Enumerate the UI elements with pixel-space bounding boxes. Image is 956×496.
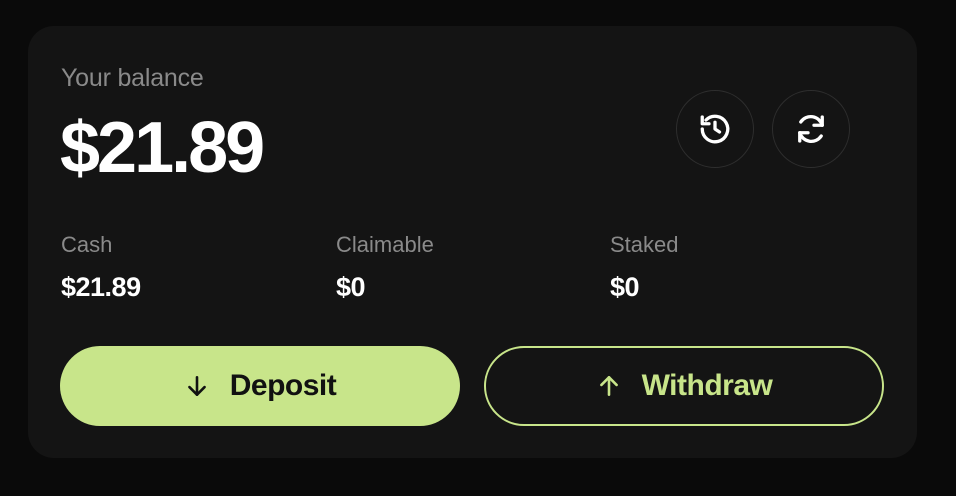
refresh-icon	[798, 115, 824, 143]
balance-card: Your balance $21.89 Cash $21.89 Claimabl…	[28, 26, 917, 458]
balance-title: Your balance	[61, 64, 204, 92]
arrow-down-icon	[187, 376, 206, 396]
deposit-label: Deposit	[229, 369, 337, 402]
stat-value: $21.89	[61, 272, 141, 302]
stat-label: Cash	[61, 232, 113, 257]
stat-label: Claimable	[336, 232, 434, 257]
stat-claimable: Claimable $0	[336, 232, 434, 302]
refresh-button[interactable]	[772, 90, 850, 168]
withdraw-label: Withdraw	[641, 369, 773, 402]
stat-staked: Staked $0	[610, 232, 679, 302]
stat-cash: Cash $21.89	[61, 232, 141, 302]
stat-value: $0	[610, 272, 640, 302]
stat-label: Staked	[610, 232, 679, 257]
arrow-up-icon	[599, 376, 618, 396]
history-button[interactable]	[676, 90, 754, 168]
withdraw-button[interactable]: Withdraw	[484, 346, 884, 426]
total-balance: $21.89	[60, 108, 265, 188]
history-icon	[700, 114, 730, 144]
stat-value: $0	[336, 272, 366, 302]
deposit-button[interactable]: Deposit	[60, 346, 460, 426]
